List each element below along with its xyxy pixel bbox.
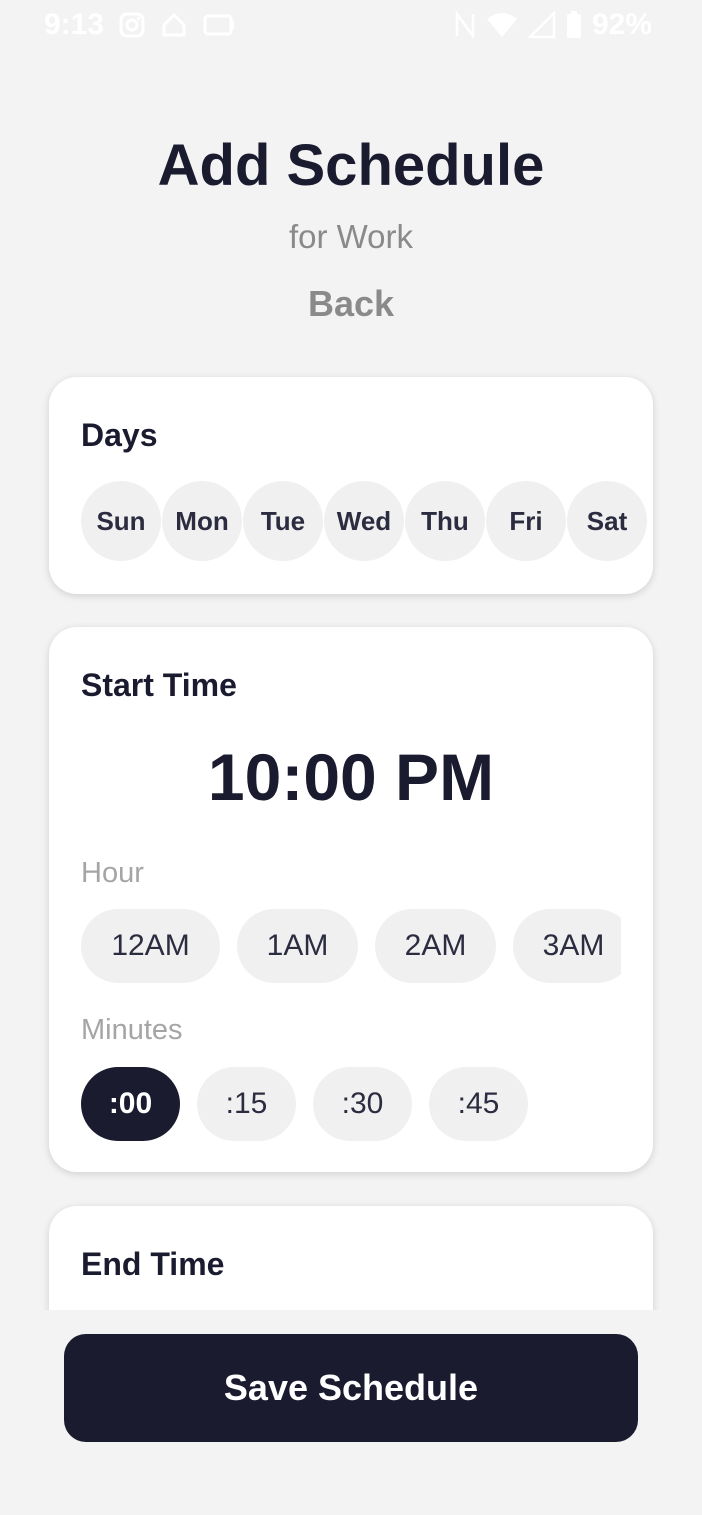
signal-icon <box>527 11 556 39</box>
start-time-value: 10:00 PM <box>207 740 495 814</box>
day-chip-thu[interactable]: Thu <box>405 481 485 561</box>
save-schedule-button[interactable]: Save Schedule <box>64 1334 638 1442</box>
day-chip-sat[interactable]: Sat <box>567 481 647 561</box>
status-bar: 9:13 92% <box>0 0 702 54</box>
day-chip-fri[interactable]: Fri <box>486 481 566 561</box>
minute-chip-30[interactable]: :30 <box>313 1067 412 1141</box>
battery-percent: 92% <box>591 8 652 41</box>
cast-icon <box>202 11 236 39</box>
days-card: Days Sun Mon Tue Wed Thu Fri Sat <box>49 377 653 594</box>
page-subtitle: for Work <box>288 218 414 255</box>
hour-chip-2am[interactable]: 2AM <box>375 909 496 983</box>
back-button[interactable]: Back <box>0 283 702 325</box>
page-title: Add Schedule <box>157 133 545 198</box>
hour-chip-1am[interactable]: 1AM <box>237 909 358 983</box>
days-row: Sun Mon Tue Wed Thu Fri Sat <box>81 481 647 561</box>
start-time-card: Start Time 10:00 PM Hour 12AM 1AM 2AM 3A… <box>49 627 653 1172</box>
schedule-form-scroll[interactable]: Days Sun Mon Tue Wed Thu Fri Sat Start T… <box>0 360 702 1310</box>
hour-chip-12am[interactable]: 12AM <box>81 909 220 983</box>
end-time-title: End Time <box>81 1246 225 1282</box>
hour-chip-3am[interactable]: 3AM <box>513 909 621 983</box>
wifi-icon <box>486 11 518 39</box>
battery-icon <box>566 11 582 39</box>
hour-row: 12AM 1AM 2AM 3AM <box>81 909 621 983</box>
day-chip-mon[interactable]: Mon <box>162 481 242 561</box>
day-chip-sun[interactable]: Sun <box>81 481 161 561</box>
day-chip-tue[interactable]: Tue <box>243 481 323 561</box>
instagram-icon <box>118 11 146 39</box>
end-time-card: End Time <box>49 1206 653 1310</box>
status-right: 92% <box>454 8 652 42</box>
hour-scroller[interactable]: 12AM 1AM 2AM 3AM <box>81 909 621 985</box>
days-title: Days <box>81 417 158 453</box>
start-time-title: Start Time <box>81 667 237 703</box>
status-left: 9:13 <box>44 8 236 42</box>
home-icon <box>160 11 188 39</box>
hour-label: Hour <box>81 857 144 889</box>
day-chip-wed[interactable]: Wed <box>324 481 404 561</box>
nfc-icon <box>454 11 476 39</box>
minute-row: :00 :15 :30 :45 <box>81 1067 528 1141</box>
minute-chip-45[interactable]: :45 <box>429 1067 528 1141</box>
status-time: 9:13 <box>44 8 105 41</box>
minute-chip-00[interactable]: :00 <box>81 1067 180 1141</box>
minute-chip-15[interactable]: :15 <box>197 1067 296 1141</box>
minutes-label: Minutes <box>81 1014 183 1046</box>
